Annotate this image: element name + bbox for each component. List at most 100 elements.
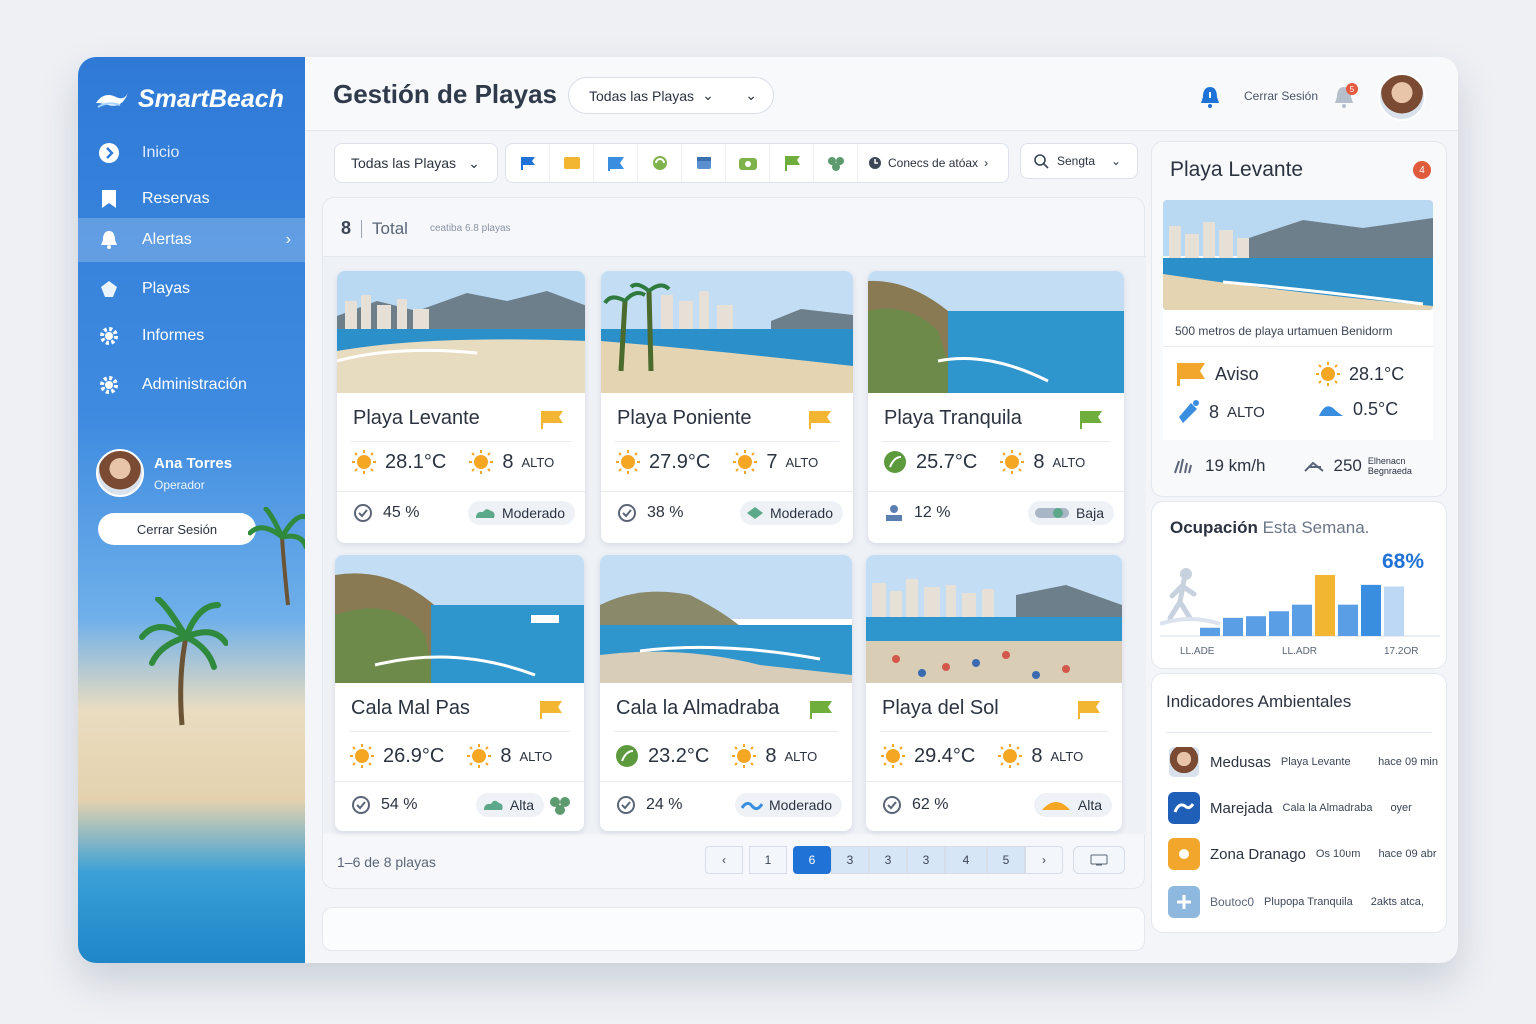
cloud-icon — [483, 800, 503, 810]
notifications-bell-icon[interactable]: 5 — [1332, 83, 1358, 114]
sun-icon — [733, 450, 758, 474]
beach-photo — [337, 271, 585, 393]
uv-label: ALTO — [785, 454, 819, 470]
app-logo[interactable]: SmartBeach — [94, 85, 284, 114]
environment-item[interactable]: Zona Dranago Os 10ʋm hace 09 abr — [1168, 838, 1438, 870]
sun-icon — [469, 450, 494, 474]
status-label: Alta — [1077, 797, 1102, 813]
recycle-icon[interactable] — [638, 144, 682, 182]
status-label: Alta — [509, 797, 534, 813]
beach-filter-dropdown[interactable]: Todas las Playas ⌄ ⌄ — [568, 77, 774, 114]
search-icon — [1034, 154, 1049, 169]
yellow-flag-filter-icon[interactable] — [550, 144, 594, 182]
shells-icon[interactable] — [814, 144, 858, 182]
environment-item[interactable]: Marejada Cala la Almadraba oyer — [1168, 792, 1438, 824]
sidebar-item-playas[interactable]: Playas — [78, 267, 305, 311]
page-button[interactable]: 5 — [987, 846, 1025, 874]
search-dropdown[interactable]: Sengta ⌄ — [1020, 143, 1138, 179]
sun-icon — [350, 744, 374, 768]
sun-icon — [352, 450, 376, 474]
sidebar-item-label: Alertas — [142, 231, 192, 248]
prev-page-button[interactable]: ‹ — [705, 846, 743, 874]
alert-bell-icon[interactable] — [1198, 85, 1222, 114]
sidebar-item-reservas[interactable]: Reservas — [78, 177, 305, 221]
beach-card[interactable]: Playa Tranquila 25.7°C 8 ALTO 12 % Baja — [868, 271, 1124, 543]
indicator-name: Medusas — [1210, 753, 1271, 771]
weather-row: 29.4°C 8 ALTO — [880, 743, 1083, 769]
occupancy-bar-chart — [1160, 568, 1440, 637]
detail-description: 500 metros de playa urtamuen Benidorm — [1163, 310, 1433, 346]
detail-temperature: 28.1°C — [1315, 361, 1404, 387]
environment-item[interactable]: Boutoc0 Plupopa Tranquila 2akts atca, — [1168, 886, 1438, 918]
header-avatar[interactable] — [1378, 73, 1426, 121]
shell-icon — [98, 278, 120, 300]
page-button-current[interactable]: 6 — [793, 846, 831, 874]
gear-icon — [98, 374, 120, 396]
page-button[interactable]: 1 — [749, 846, 787, 874]
environment-item[interactable]: Medusas Playa Levante hace 09 min — [1168, 746, 1438, 778]
occupancy-bar — [1361, 584, 1381, 636]
runner-illustration — [1160, 568, 1221, 626]
sun-icon — [998, 744, 1023, 768]
status-badge: Alta — [475, 793, 544, 817]
bookmark-icon — [98, 188, 120, 210]
indicator-time: oyer — [1390, 802, 1412, 814]
palm-tree-illustration — [139, 597, 228, 726]
sidebar-item-administracion[interactable]: Administración — [78, 363, 305, 407]
blue-flag-icon[interactable] — [594, 144, 638, 182]
sidebar-item-inicio[interactable]: Inicio — [78, 131, 305, 175]
chart-tick-label: LL.ADR — [1282, 646, 1318, 657]
occupancy-value: 62 % — [912, 796, 949, 813]
cloud-icon — [475, 509, 495, 518]
sun-icon — [1316, 362, 1340, 386]
toolbar-beach-dropdown[interactable]: Todas las Playas ⌄ — [334, 143, 498, 183]
temperature: 26.9°C — [383, 744, 445, 767]
user-role: Operador — [154, 477, 205, 492]
chevron-down-icon: ⌄ — [1111, 154, 1122, 168]
page-button[interactable]: 3 — [907, 846, 945, 874]
sun-icon — [1000, 450, 1025, 474]
chevron-right-icon: › — [285, 231, 291, 248]
beach-card[interactable]: Cala Mal Pas 26.9°C 8 ALTO 54 % Alta — [335, 555, 584, 831]
beach-card[interactable]: Playa Poniente 27.9°C 7 ALTO 38 % Modera… — [601, 271, 853, 543]
weather-row: 25.7°C 8 ALTO — [882, 449, 1085, 475]
status-badge: Baja — [1027, 501, 1114, 525]
beach-photo — [335, 555, 584, 683]
green-flag-icon[interactable] — [770, 144, 814, 182]
beach-card[interactable]: Cala la Almadraba 23.2°C 8 ALTO 24 % Mod… — [600, 555, 852, 831]
beach-card[interactable]: Playa del Sol 29.4°C 8 ALTO 62 % Alta — [866, 555, 1122, 831]
chevron-down-icon: ⌄ — [745, 87, 757, 103]
camera-icon[interactable] — [726, 144, 770, 182]
blue-flag-filter-icon[interactable] — [506, 144, 550, 182]
status-badge: Moderado — [739, 501, 843, 525]
weather-row: 26.9°C 8 ALTO — [349, 743, 552, 769]
uv-label: ALTO — [521, 454, 555, 470]
uv-level: 8 — [502, 450, 514, 473]
page-button[interactable]: 3 — [831, 846, 869, 874]
lifeguard-tower-icon[interactable] — [682, 144, 726, 182]
logout-button[interactable]: Cerrar Sesión — [98, 513, 256, 545]
pagination: ‹ 1 6 3 3 3 4 5 › — [705, 846, 1063, 874]
sidebar-item-informes[interactable]: Informes — [78, 314, 305, 358]
occupancy-row: 12 % — [884, 503, 950, 523]
sidebar-item-alertas[interactable]: Alertas › — [78, 218, 305, 262]
sun-icon — [616, 450, 640, 474]
diamond-icon — [746, 507, 763, 519]
detail-beach-photo — [1163, 200, 1433, 310]
toggle-icon — [1034, 508, 1069, 518]
beach-name: Cala la Almadraba — [616, 697, 780, 719]
page-button[interactable]: 4 — [945, 846, 987, 874]
next-page-button[interactable]: › — [1025, 846, 1063, 874]
bottom-panel — [322, 907, 1145, 951]
clock-icon — [869, 157, 881, 169]
uv-level: 8 — [500, 744, 512, 767]
dropdown-value: Todas las Playas — [351, 155, 457, 171]
user-profile[interactable]: Ana Torres Operador — [96, 449, 232, 497]
page-button[interactable]: 3 — [869, 846, 907, 874]
beach-card[interactable]: Playa Levante 28.1°C 8 ALTO 45 % Moderad… — [337, 271, 585, 543]
uv-label: ALTO — [784, 748, 818, 764]
uv-level: 8 — [1209, 401, 1220, 422]
connections-filter[interactable]: Conecs de atóax › — [858, 156, 988, 170]
view-toggle-button[interactable] — [1073, 846, 1125, 874]
header-logout-link[interactable]: Cerrar Sesión — [1244, 89, 1318, 103]
